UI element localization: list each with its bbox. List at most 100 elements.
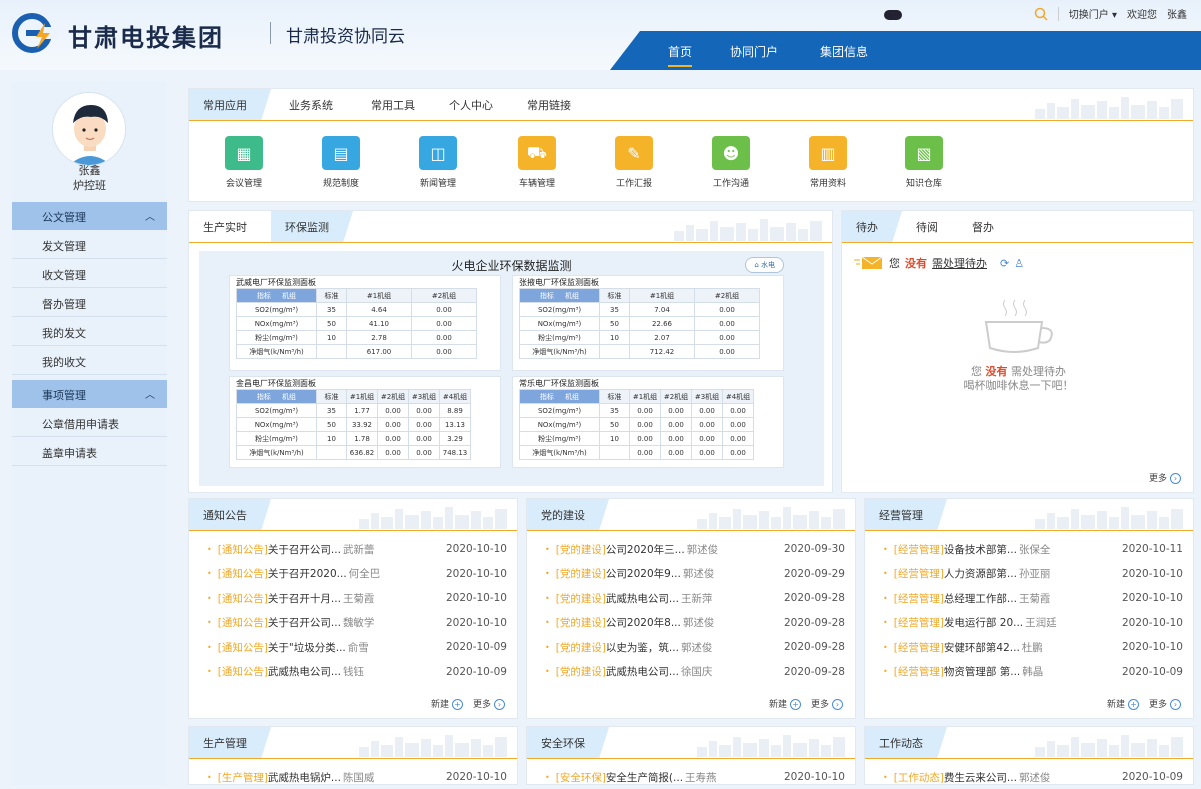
vr-glasses-icon[interactable] <box>884 10 902 20</box>
table-header: 指标 机组 标准 #1机组 #2机组 <box>236 288 477 303</box>
meeting-icon: ▦ <box>225 136 263 170</box>
item-author: 王菊霞 <box>1018 592 1051 605</box>
list-item[interactable]: • [党的建设] 武威热电公司... 徐国庆 2020-09-28 <box>545 660 845 684</box>
more-label: 更多 <box>1148 700 1167 710</box>
list-item[interactable]: • [党的建设] 公司2020年三... 郭述俊 2020-09-30 <box>545 537 845 561</box>
table-cell: 41.10 <box>346 316 412 331</box>
app-3[interactable]: ⛟ 车辆管理 <box>502 136 572 189</box>
list-title[interactable]: 生产管理 <box>189 727 271 759</box>
nav-portal[interactable]: 协同门户 <box>730 43 778 60</box>
tab-business[interactable]: 业务系统 <box>275 89 347 121</box>
side-item-send[interactable]: 发文管理 <box>12 230 167 259</box>
list-item[interactable]: • [通知公告] 关于召开公司... 魏敏学 2020-10-10 <box>207 611 507 635</box>
todo-more-button[interactable]: 更多 › <box>1149 471 1181 484</box>
app-2[interactable]: ◫ 新闻管理 <box>403 136 473 189</box>
list-item[interactable]: • [通知公告] 关于"垃圾分类... 俞雪 2020-10-09 <box>207 635 507 659</box>
item-date: 2020-10-10 <box>1121 616 1183 629</box>
nav-home[interactable]: 首页 <box>668 43 693 67</box>
list-footer: 新建 + 更多 › <box>1107 697 1181 710</box>
side-item-seal-borrow[interactable]: 公章借用申请表 <box>12 408 167 437</box>
side-item-receive[interactable]: 收文管理 <box>12 259 167 288</box>
list-title[interactable]: 经营管理 <box>865 499 947 531</box>
tab-supervise[interactable]: 督办 <box>958 211 1008 243</box>
list-title[interactable]: 党的建设 <box>527 499 609 531</box>
new-button[interactable]: 新建 + <box>431 697 463 710</box>
app-1[interactable]: ▤ 规范制度 <box>306 136 376 189</box>
app-5[interactable]: ☻ 工作沟通 <box>696 136 766 189</box>
city-skyline-icon <box>1035 733 1185 757</box>
list-item[interactable]: • [经营管理] 物资管理部 第... 韩晶 2020-10-09 <box>883 660 1183 684</box>
side-item-my-send[interactable]: 我的发文 <box>12 317 167 346</box>
app-4[interactable]: ✎ 工作汇报 <box>599 136 669 189</box>
hydro-button[interactable]: ⌂ 水电 <box>745 257 784 273</box>
bullet-icon: • <box>207 593 212 603</box>
list-item[interactable]: • [党的建设] 武威热电公司... 王新萍 2020-09-28 <box>545 586 845 610</box>
side-item-supervise[interactable]: 督办管理 <box>12 288 167 317</box>
tab-to-read[interactable]: 待阅 <box>902 211 952 243</box>
list-item[interactable]: • [经营管理] 设备技术部第... 张保全 2020-10-11 <box>883 537 1183 561</box>
more-button[interactable]: 更多 › <box>473 697 505 710</box>
table-cell: 0.00 <box>377 403 409 418</box>
tab-personal[interactable]: 个人中心 <box>435 89 507 121</box>
list-item[interactable]: • [通知公告] 关于召开2020... 何全巴 2020-10-10 <box>207 562 507 586</box>
list-item[interactable]: • [经营管理] 总经理工作部... 王菊霞 2020-10-10 <box>883 586 1183 610</box>
table-cell: 10 <box>599 330 630 345</box>
app-6[interactable]: ▥ 常用资料 <box>793 136 863 189</box>
list-item[interactable]: • [党的建设] 公司2020年9... 郭述俊 2020-09-29 <box>545 562 845 586</box>
list-item[interactable]: • [工作动态] 费生云来公司... 郭述俊 2020-10-09 <box>883 765 1183 789</box>
user-icon[interactable]: ♙ <box>1014 257 1024 270</box>
nav-group-info[interactable]: 集团信息 <box>820 43 868 60</box>
side-item-my-receive[interactable]: 我的收文 <box>12 346 167 375</box>
table-row: SO2(mg/m³) 35 0.00 0.00 0.00 0.00 <box>519 403 754 418</box>
topbar-username[interactable]: 张鑫 <box>1167 6 1187 21</box>
table-cell: 0.00 <box>660 403 692 418</box>
list-item[interactable]: • [通知公告] 关于召开公司... 武新蕾 2020-10-10 <box>207 537 507 561</box>
list-item[interactable]: • [经营管理] 发电运行部 20... 王润廷 2020-10-10 <box>883 611 1183 635</box>
list-title[interactable]: 安全环保 <box>527 727 609 759</box>
list-item[interactable]: • [经营管理] 安健环部第42... 杜鹏 2020-10-10 <box>883 635 1183 659</box>
app-0[interactable]: ▦ 会议管理 <box>209 136 279 189</box>
list-item[interactable]: • [通知公告] 武威热电公司... 钱钰 2020-10-09 <box>207 660 507 684</box>
new-button[interactable]: 新建 + <box>1107 697 1139 710</box>
list-item[interactable]: • [党的建设] 以史为鉴，筑... 郭述俊 2020-09-28 <box>545 635 845 659</box>
new-label: 新建 <box>430 700 449 710</box>
table-cell <box>316 344 347 359</box>
tab-common-apps[interactable]: 常用应用 <box>189 89 271 121</box>
list-title[interactable]: 工作动态 <box>865 727 947 759</box>
more-button[interactable]: 更多 › <box>1149 697 1181 710</box>
item-author: 郭述俊 <box>682 617 715 629</box>
switch-portal-link[interactable]: 切换门户 ▾ <box>1069 6 1117 21</box>
item-title: 安全生产简报(... <box>605 771 684 784</box>
tab-underline <box>527 530 855 531</box>
report-icon: ✎ <box>615 136 653 170</box>
more-button[interactable]: 更多 › <box>811 697 843 710</box>
list-item[interactable]: • [经营管理] 人力资源部第... 孙亚丽 2020-10-10 <box>883 562 1183 586</box>
tab-links[interactable]: 常用链接 <box>513 89 585 121</box>
list-item[interactable]: • [通知公告] 关于召开十月... 王菊霞 2020-10-10 <box>207 586 507 610</box>
app-7[interactable]: ▧ 知识仓库 <box>889 136 959 189</box>
item-category: [安全环保] <box>555 771 606 784</box>
tab-tools[interactable]: 常用工具 <box>357 89 429 121</box>
todo-link[interactable]: 需处理待办 <box>932 255 987 271</box>
side-group-document[interactable]: 公文管理 ︿ <box>12 202 167 230</box>
search-icon[interactable] <box>1034 7 1048 21</box>
item-title: 关于召开2020... <box>267 568 347 580</box>
item-date: 2020-10-11 <box>1121 543 1183 555</box>
side-group-affairs[interactable]: 事项管理 ︿ <box>12 380 167 408</box>
plant-panel: 张掖电厂环保监测面板 指标 机组 标准 #1机组 #2机组 SO2(mg/m³) 35 7.0… <box>512 275 784 371</box>
tab-env-monitor[interactable]: 环保监测 <box>271 211 353 243</box>
list-item[interactable]: • [党的建设] 公司2020年8... 郭述俊 2020-09-28 <box>545 611 845 635</box>
refresh-icon[interactable]: ⟳ <box>1000 257 1009 270</box>
list-item[interactable]: • [生产管理] 武威热电锅炉... 陈国威 2020-10-10 <box>207 765 507 789</box>
item-category: [经营管理] <box>893 641 944 654</box>
bullet-icon: • <box>883 667 888 676</box>
side-item-seal-apply[interactable]: 盖章申请表 <box>12 437 167 466</box>
new-button[interactable]: 新建 + <box>769 697 801 710</box>
item-date: 2020-10-10 <box>445 771 507 783</box>
avatar[interactable] <box>52 92 126 166</box>
tab-production-realtime[interactable]: 生产实时 <box>189 211 261 243</box>
tab-underline <box>527 758 855 759</box>
list-title[interactable]: 通知公告 <box>189 499 271 531</box>
list-item[interactable]: • [安全环保] 安全生产简报(... 王寿燕 2020-10-10 <box>545 765 845 789</box>
tab-todo[interactable]: 待办 <box>842 211 902 243</box>
